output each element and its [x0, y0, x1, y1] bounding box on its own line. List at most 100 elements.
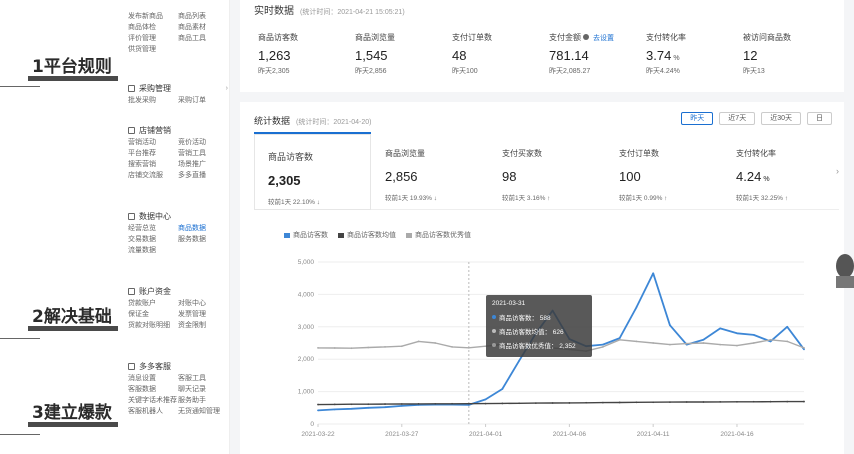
data-point: [317, 409, 319, 412]
metric-value: 1,263: [258, 48, 291, 63]
sidebar-group-goods: 发布新商品 商品列表 商品体检 商品素材 评价管理 商品工具 供货管理: [128, 10, 228, 54]
sidebar-row: 贷款账户 对账中心: [128, 297, 228, 308]
legend-item[interactable]: 商品访客数: [284, 230, 328, 240]
data-point: [417, 340, 420, 343]
metric-value-text: 3.74: [646, 48, 672, 63]
sidebar-item-cs-tools[interactable]: 客服工具: [178, 373, 228, 383]
sidebar-item-service-data[interactable]: 服务数据: [178, 234, 228, 244]
data-point: [736, 400, 738, 403]
tab-unit: %: [763, 176, 770, 183]
headset-icon: [128, 362, 135, 370]
sidebar-item-deposit[interactable]: 保证金: [128, 309, 178, 319]
metric-label: 商品浏览量: [355, 33, 395, 42]
metric-unit: %: [673, 55, 680, 62]
sidebar-row: 保证金 发票管理: [128, 308, 228, 319]
sidebar-item-stock-notice[interactable]: 无货通知管理: [178, 406, 228, 416]
range-yesterday-button[interactable]: 昨天: [681, 112, 714, 125]
sidebar-item-store-exchange[interactable]: 店铺交流服: [128, 170, 178, 180]
sidebar-item-scene-ads[interactable]: 场景推广: [178, 159, 228, 169]
sidebar-item-trade-data[interactable]: 交易数据: [128, 234, 178, 244]
sidebar-group-title[interactable]: 店铺营销: [128, 124, 228, 136]
data-point: [333, 347, 336, 349]
sidebar-item-activities[interactable]: 营销活动: [128, 137, 178, 147]
range-30d-button[interactable]: 近30天: [761, 112, 801, 125]
sidebar-item-goods-check[interactable]: 商品体检: [128, 22, 178, 32]
data-point: [719, 343, 722, 346]
sidebar-item-search-ads[interactable]: 搜索营销: [128, 159, 178, 169]
sidebar-item-review[interactable]: 评价管理: [128, 33, 178, 43]
tab-label: 支付订单数: [619, 149, 659, 158]
range-7d-button[interactable]: 近7天: [719, 112, 756, 125]
sidebar-item-robot[interactable]: 客服机器人: [128, 406, 178, 416]
data-point: [534, 402, 537, 405]
sidebar-item-keywords[interactable]: 关键字话术推荐: [128, 395, 178, 405]
sidebar-item-traffic-data[interactable]: 流量数据: [128, 245, 180, 255]
realtime-header: 实时数据 (统计时间：2021-04-21 15:05:21): [254, 2, 405, 17]
metric-label-text: 支付金额: [549, 33, 581, 42]
slide-divider: [0, 86, 40, 87]
sidebar-group-title[interactable]: 采购管理 ›: [128, 82, 228, 94]
metric-label: 商品访客数: [258, 33, 298, 42]
slide-title-underline: [28, 422, 118, 427]
stats-header: 统计数据 (统计时间：2021-04-20): [254, 114, 371, 127]
help-icon[interactable]: [583, 34, 589, 40]
sidebar-item-bidding[interactable]: 竞价活动: [178, 137, 228, 147]
sidebar-item-wholesale[interactable]: 批发采购: [128, 95, 178, 105]
metric-value: 1,545: [355, 48, 388, 63]
sidebar-item-supply[interactable]: 供货管理: [128, 44, 180, 54]
sidebar-item-cs-data[interactable]: 客服数据: [128, 384, 178, 394]
sidebar-item-publish[interactable]: 发布新商品: [128, 11, 178, 21]
sidebar-item-payment-detail[interactable]: 货款对账明细: [128, 320, 178, 330]
sidebar-item-goods-tools[interactable]: 商品工具: [178, 33, 228, 43]
sidebar-item-goods-material[interactable]: 商品素材: [178, 22, 228, 32]
slide-title-underline: [28, 326, 118, 331]
sidebar-item-live[interactable]: 多多直播: [178, 170, 228, 180]
tab-orders[interactable]: 支付订单数 100 较前1天 0.99% ↑: [605, 132, 722, 210]
sidebar-item-overview[interactable]: 经营总览: [128, 223, 178, 233]
metric-conversion: 支付转化率 3.74% 昨天4.24%: [646, 32, 741, 76]
data-point: [568, 402, 571, 404]
tab-conversion[interactable]: 支付转化率 4.24% 较前1天 32.25% ↑: [722, 132, 839, 210]
data-point: [601, 343, 604, 346]
sidebar-item-account[interactable]: 贷款账户: [128, 298, 178, 308]
sidebar-item-goods-list[interactable]: 商品列表: [178, 11, 228, 21]
sidebar-item-marketing-tools[interactable]: 营销工具: [178, 148, 228, 158]
data-point: [451, 345, 453, 348]
sidebar-row: 批发采购 采购订单: [128, 94, 228, 105]
sidebar-group-title[interactable]: 数据中心: [128, 210, 228, 222]
sidebar-group-title[interactable]: 多多客服: [128, 360, 228, 372]
data-point: [685, 342, 688, 345]
tooltip-label: 商品访客数： 588: [499, 315, 551, 322]
settings-link[interactable]: 去设置: [593, 35, 614, 42]
cart-icon: [128, 84, 135, 92]
y-tick-label: 2,000: [298, 356, 315, 363]
sidebar-item-recommend[interactable]: 平台推荐: [128, 148, 178, 158]
sidebar-item-chat-log[interactable]: 聊天记录: [178, 384, 228, 394]
sidebar-item-goods-data[interactable]: 商品数据: [178, 223, 228, 233]
sidebar-item-fund-limit[interactable]: 资金限制: [178, 320, 228, 330]
tab-buyers[interactable]: 支付买家数 98 较前1天 3.16% ↑: [488, 132, 605, 210]
sidebar-item-invoice[interactable]: 发票管理: [178, 309, 228, 319]
data-point: [317, 403, 319, 406]
sidebar-item-purchase-orders[interactable]: 采购订单: [178, 95, 228, 105]
sidebar-row: 客服机器人 无货通知管理: [128, 405, 228, 416]
sidebar-row: 营销活动 竞价活动: [128, 136, 228, 147]
slide-overlay: 1平台规则 2解决基础 3建立爆款: [0, 0, 118, 454]
range-day-button[interactable]: 日: [807, 112, 832, 125]
data-point: [752, 342, 755, 344]
tab-pageviews[interactable]: 商品浏览量 2,856 较前1天 19.93% ↓: [371, 132, 488, 210]
sidebar-group-title[interactable]: 账户资金: [128, 285, 228, 297]
legend-item[interactable]: 商品访客数优秀值: [406, 230, 471, 240]
sidebar-row: 评价管理 商品工具: [128, 32, 228, 43]
x-tick-label: 2021-04-01: [469, 431, 503, 438]
sidebar-item-msg-settings[interactable]: 消息设置: [128, 373, 178, 383]
tab-label: 支付转化率: [736, 149, 776, 158]
metric-prev: 昨天2,305: [258, 68, 290, 75]
data-point: [736, 344, 738, 347]
data-point: [400, 345, 403, 348]
sidebar-item-assistant[interactable]: 服务助手: [178, 395, 228, 405]
chevron-right-icon[interactable]: ›: [836, 166, 839, 176]
legend-item[interactable]: 商品访客数均值: [338, 230, 396, 240]
tab-visitors[interactable]: 商品访客数 2,305 较前1天 22.10% ↓: [254, 132, 371, 210]
sidebar-item-reconcile[interactable]: 对账中心: [178, 298, 228, 308]
